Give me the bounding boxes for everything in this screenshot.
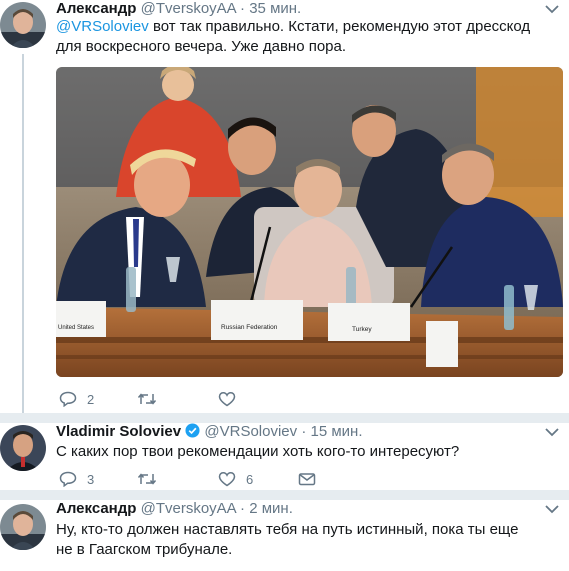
chevron-down-icon[interactable] xyxy=(545,504,559,514)
reply-button[interactable]: 3 xyxy=(59,471,94,487)
timestamp[interactable]: 35 мин. xyxy=(249,0,301,17)
dm-icon xyxy=(298,473,316,486)
direct-message-button[interactable] xyxy=(298,471,316,487)
like-icon xyxy=(218,392,236,407)
author-name[interactable]: Александр xyxy=(56,500,136,517)
like-count: 6 xyxy=(246,471,254,487)
author-handle[interactable]: @TverskoyAA xyxy=(141,500,236,517)
tweet-header: Vladimir Soloviev @VRSoloviev · 15 мин. xyxy=(56,423,363,440)
tweet-text: С каких пор твои рекомендации хоть кого-… xyxy=(56,443,460,460)
timestamp[interactable]: 15 мин. xyxy=(311,423,363,440)
tweet-header: Александр @TverskoyAA · 2 мин. xyxy=(56,500,293,517)
verified-badge-icon xyxy=(185,423,200,438)
placard-turkey: Turkey xyxy=(352,326,372,333)
tweet-1: Александр @TverskoyAA · 35 мин. @VRSolov… xyxy=(0,0,569,420)
separator-dot: · xyxy=(240,500,246,517)
author-handle[interactable]: @TverskoyAA xyxy=(141,0,236,17)
chevron-down-icon[interactable] xyxy=(545,4,559,14)
tweet-2: Vladimir Soloviev @VRSoloviev · 15 мин. … xyxy=(0,423,569,495)
retweet-icon xyxy=(137,393,157,405)
thread-line xyxy=(22,54,24,420)
tweet-3: Александр @TverskoyAA · 2 мин. Ну, кто-т… xyxy=(0,500,569,571)
tweet-photo[interactable]: United States Russian Federation Turkey xyxy=(56,67,563,377)
retweet-button[interactable] xyxy=(137,391,167,407)
conversation-separator xyxy=(0,413,569,423)
tweet-text: @VRSoloviev вот так правильно. Кстати, р… xyxy=(56,17,556,57)
retweet-icon xyxy=(137,473,157,485)
reply-button[interactable]: 2 xyxy=(59,391,94,407)
reply-count: 2 xyxy=(87,391,95,407)
separator-dot: · xyxy=(240,0,246,17)
like-button[interactable]: 6 xyxy=(218,471,253,487)
avatar-tverskoy[interactable] xyxy=(0,504,46,550)
tweet-header: Александр @TverskoyAA · 35 мин. xyxy=(56,0,301,17)
tweet-text: Ну, кто-то должен наставлять тебя на пут… xyxy=(56,521,519,558)
avatar-tverskoy[interactable] xyxy=(0,2,46,48)
separator-dot: · xyxy=(301,423,307,440)
author-name[interactable]: Александр xyxy=(56,0,136,17)
author-handle[interactable]: @VRSoloviev xyxy=(204,423,297,440)
chevron-down-icon[interactable] xyxy=(545,427,559,437)
mention-link[interactable]: @VRSoloviev xyxy=(56,18,149,35)
reply-count: 3 xyxy=(87,471,95,487)
summit-photo-image: United States Russian Federation Turkey xyxy=(56,67,563,377)
like-button[interactable] xyxy=(218,391,246,407)
author-name[interactable]: Vladimir Soloviev xyxy=(56,423,181,440)
placard-russia: Russian Federation xyxy=(221,324,278,331)
reply-icon xyxy=(59,471,77,487)
retweet-button[interactable] xyxy=(137,471,167,487)
timestamp[interactable]: 2 мин. xyxy=(249,500,293,517)
avatar-soloviev[interactable] xyxy=(0,425,46,471)
conversation-separator xyxy=(0,490,569,500)
reply-icon xyxy=(59,391,77,407)
placard-usa: United States xyxy=(58,325,94,331)
like-icon xyxy=(218,472,236,487)
